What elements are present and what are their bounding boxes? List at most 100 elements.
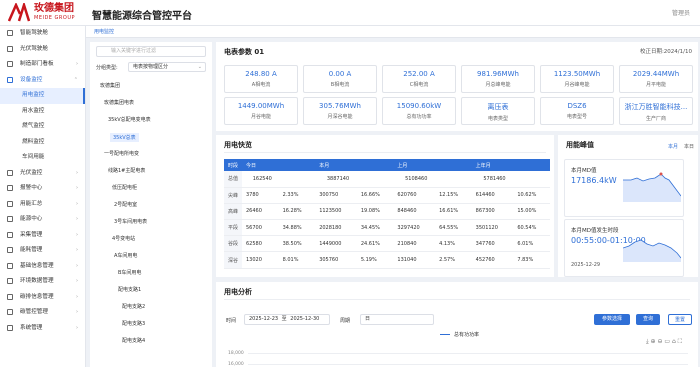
monitor-icon (7, 76, 13, 83)
sidebar-item-3[interactable]: 设备监控 ⌃ (0, 73, 85, 89)
param-label: A相电流 (251, 82, 271, 88)
info-icon (7, 262, 13, 269)
param-value: 0.00 A (328, 70, 352, 78)
tree-node[interactable]: 35kV总表 (110, 133, 139, 142)
sidebar-item-2[interactable]: 制造部门看板 › (0, 57, 85, 73)
md-value-label: 本月MD值 (571, 168, 597, 174)
group-type-value: 电表按物理区分 (133, 64, 169, 70)
tree-node[interactable]: 4号变电站 (112, 235, 135, 242)
tree-node[interactable]: B车间用电 (118, 269, 141, 276)
tree-node[interactable]: 2号配电室 (114, 201, 137, 208)
sidebar-item-label: 碳管控管理 (20, 309, 48, 315)
table-cell: 3887140 (315, 171, 357, 188)
legend-marker-icon (440, 334, 450, 335)
sidebar: 智能驾驶舱光伏驾驶舱 制造部门看板 › 设备监控 ⌃ 用电监控 用水监控 燃气监控 燃料监控 车间… (0, 26, 86, 367)
sidebar-item-9[interactable]: 光伏监控 › (0, 166, 85, 182)
chevron-up-icon: ⌃ (73, 76, 78, 83)
sidebar-item-7[interactable]: 燃料监控 (0, 135, 85, 151)
tab-bar: 用电监控 (86, 26, 700, 38)
chevron-right-icon: › (76, 293, 78, 300)
system-icon (7, 324, 13, 331)
sidebar-item-label: 光伏监控 (20, 169, 43, 176)
calibration-date: 校正日期:2024/1/10 (639, 49, 692, 55)
tab-power-monitor[interactable]: 用电监控 (94, 28, 114, 35)
usage-table: 时段 今日 本月 上月 上年月 总值 162540 3887140 5108460 5781460… (224, 159, 550, 269)
tree-search-input[interactable]: 输入关键字进行过滤 (96, 46, 206, 57)
table-header (278, 159, 316, 171)
chart-toolbar-icons[interactable]: ⤓ ⊕ ⊖ ▭ ⌂ ⛶ (646, 338, 682, 346)
sidebar-item-11[interactable]: 用能汇总 › (0, 197, 85, 213)
table-cell: 3780 (242, 187, 279, 204)
chevron-right-icon: › (76, 278, 78, 284)
sidebar-item-18[interactable]: 碳管控管理 › (0, 305, 85, 321)
table-cell: 19.08% (356, 203, 394, 221)
table-header: 今日 (242, 159, 279, 171)
param-select-button[interactable]: 参数选择 (594, 314, 630, 325)
chevron-right-icon: › (76, 324, 78, 331)
tree-node[interactable]: 配电支路4 (122, 337, 145, 344)
tree-node[interactable]: 玫德集团 (100, 82, 120, 89)
query-label: 查询 (642, 316, 653, 322)
sidebar-item-label: 环境数据管理 (20, 278, 54, 284)
date-range-picker[interactable]: 2025-12-23 至 2025-12-30 (244, 314, 330, 325)
sidebar-item-4[interactable]: 用电监控 (0, 88, 85, 104)
tree-node[interactable]: 低压配电柜 (112, 184, 137, 191)
table-cell: 16.61% (435, 203, 472, 221)
brand-subtitle: MEIDE GROUP (34, 15, 76, 21)
table-cell: 867300 (471, 203, 514, 221)
sidebar-item-1[interactable]: 光伏驾驶舱 (0, 42, 85, 58)
table-cell: 2.33% (278, 187, 316, 204)
tree-node[interactable]: 配电支路2 (122, 303, 145, 310)
param-tile: 2029.44MWh 月平电能 (619, 65, 693, 93)
query-button[interactable]: 查询 (636, 314, 660, 325)
user-menu[interactable]: 管理员 (672, 8, 690, 17)
param-label: 月总峰电能 (485, 82, 511, 88)
chevron-down-icon: ⌄ (197, 64, 202, 70)
param-label: 总有功功率 (406, 114, 432, 120)
sidebar-item-13[interactable]: 采集管理 › (0, 228, 85, 244)
reset-button[interactable]: 重置 (668, 314, 692, 325)
period-select[interactable]: 日 (360, 314, 434, 325)
table-header: 上年月 (471, 159, 514, 171)
cockpit-icon (7, 30, 13, 36)
sidebar-item-5[interactable]: 用水监控 (0, 104, 85, 120)
date-separator: 至 (281, 316, 287, 322)
table-cell: 26460 (242, 203, 279, 221)
tree-node[interactable]: 35kV总配电变电表 (108, 116, 151, 123)
sidebar-item-label: 能源中心 (20, 216, 43, 222)
sidebar-item-12[interactable]: 能源中心 › (0, 212, 85, 228)
table-cell: 62580 (242, 235, 279, 253)
tab-day[interactable]: 本日 (684, 143, 694, 150)
meter-params-title: 电表参数 01 (224, 48, 265, 56)
tree-node[interactable]: 线路1#主配电表 (108, 167, 145, 174)
sidebar-item-16[interactable]: 环境数据管理 › (0, 274, 85, 290)
tree-node[interactable]: 配电支路3 (122, 320, 145, 327)
sidebar-item-17[interactable]: 碳排信息管理 › (0, 290, 85, 306)
sidebar-item-0[interactable]: 智能驾驶舱 (0, 26, 85, 42)
filter-label: 分组类型: (96, 65, 118, 71)
group-type-select[interactable]: 电表按物理区分 ⌄ (128, 62, 206, 72)
sidebar-item-10[interactable]: 报警中心 › (0, 181, 85, 197)
tree-node[interactable]: 配电支路1 (118, 286, 141, 293)
param-tile: 浙江万胜智能科技... 生产厂商 (619, 97, 693, 125)
tree-node[interactable]: A车间用电 (114, 252, 137, 259)
md-period-date: 2025-12-29 (571, 262, 601, 268)
sidebar-item-6[interactable]: 燃气监控 (0, 119, 85, 135)
tree-node[interactable]: 3号车间用电表 (114, 218, 147, 225)
table-cell: 34.45% (356, 219, 394, 237)
param-tile: 305.76MWh 月深谷电能 (303, 97, 377, 125)
tree-node[interactable]: 玫德集团电表 (104, 99, 134, 106)
row-label: 平段 (224, 219, 242, 237)
sidebar-item-label: 智能驾驶舱 (20, 30, 48, 36)
sidebar-item-14[interactable]: 能耗管理 › (0, 243, 85, 259)
tab-month[interactable]: 本月 (668, 143, 678, 150)
sidebar-item-15[interactable]: 基础信息管理 › (0, 259, 85, 275)
md-period-card: 本月MD值发生时段 00:55:00-01:10:00 2025-12-29 (564, 219, 684, 277)
table-cell: 5108460 (393, 171, 436, 188)
sidebar-item-19[interactable]: 系统管理 › (0, 321, 85, 337)
table-cell: 131040 (393, 251, 436, 269)
tree-node[interactable]: 一号配电所电变 (104, 150, 139, 157)
sidebar-item-8[interactable]: 车间用能 (0, 150, 85, 166)
usage-analysis-card: 用电分析 时间 2025-12-23 至 2025-12-30 周期 日 参数选… (216, 282, 698, 367)
table-cell: 6.01% (513, 235, 550, 253)
